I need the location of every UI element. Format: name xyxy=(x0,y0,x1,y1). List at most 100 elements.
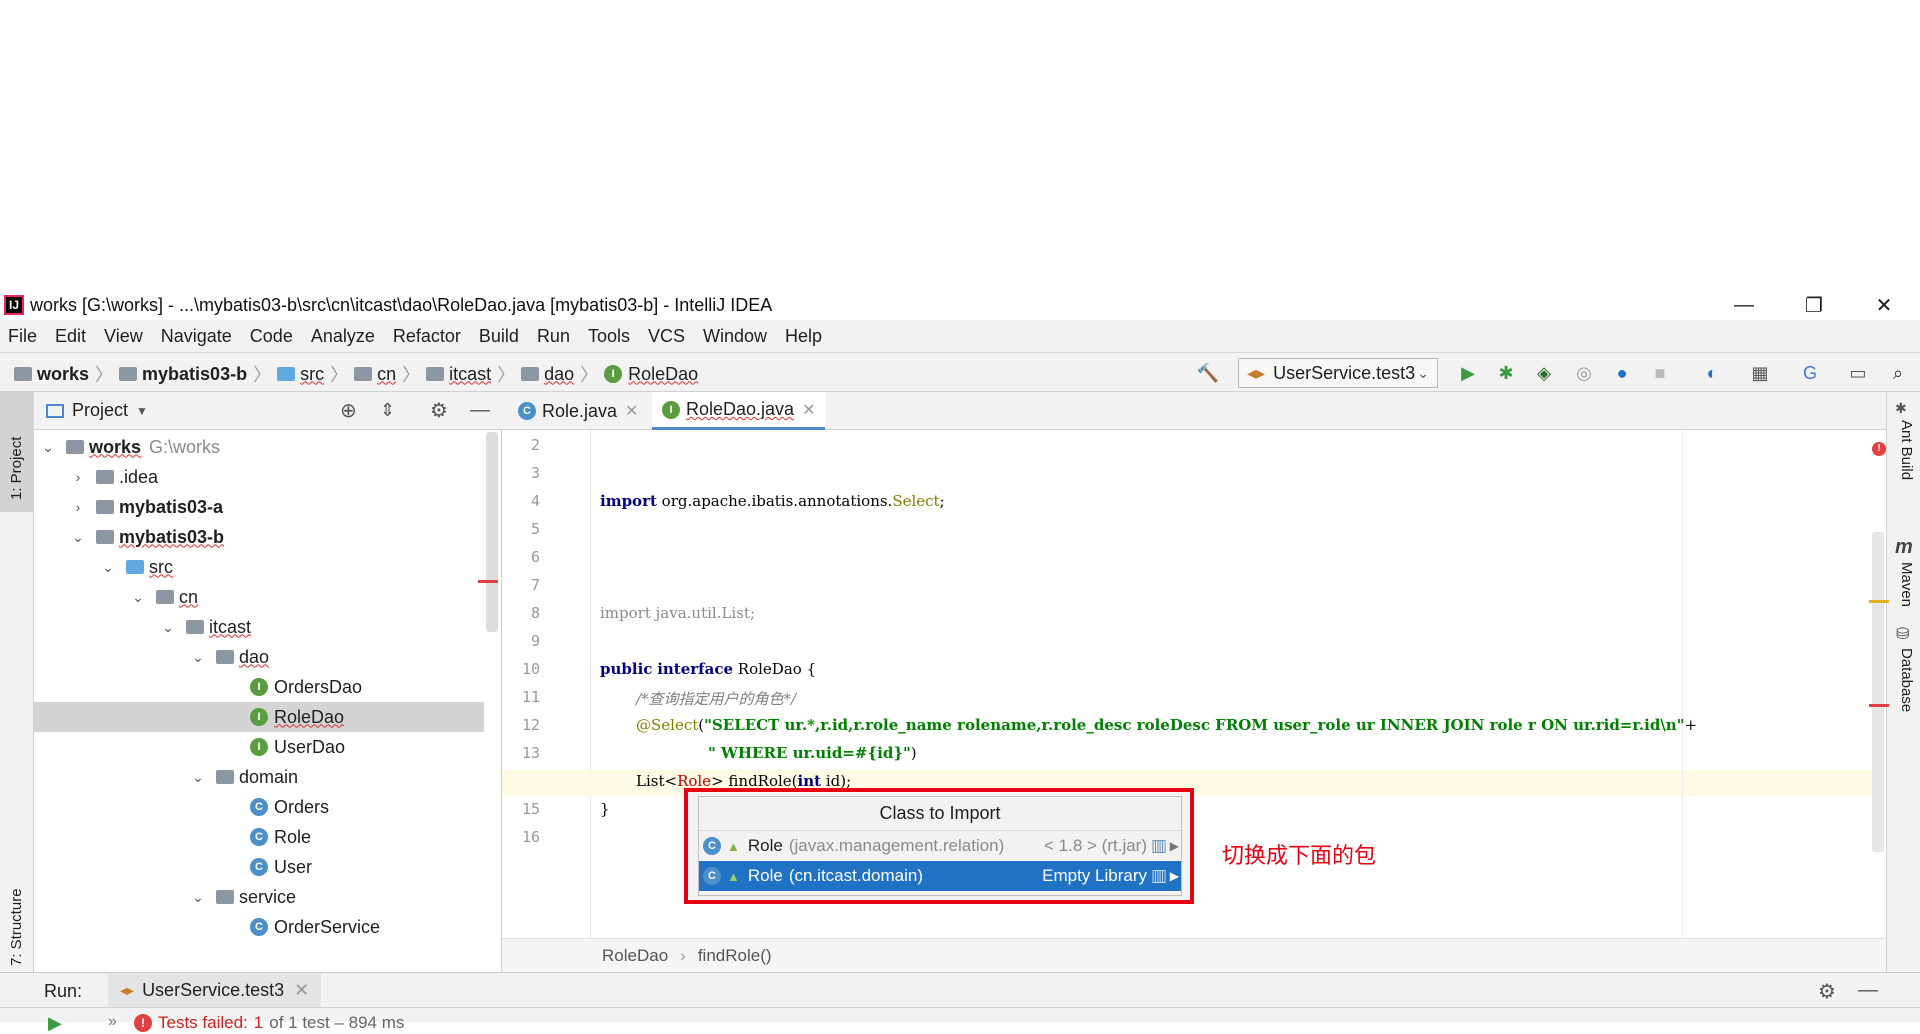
menu-edit[interactable]: Edit xyxy=(55,326,86,347)
close-button[interactable]: ✕ xyxy=(1854,290,1914,320)
chevron-down-icon[interactable]: ⌄ xyxy=(188,889,208,906)
package-icon xyxy=(426,367,445,381)
breadcrumb-works[interactable]: works xyxy=(37,364,89,385)
minimize-button[interactable]: — xyxy=(1714,290,1774,320)
gear-icon[interactable]: ⚙ xyxy=(1818,979,1836,1004)
coverage-icon[interactable]: ◈ xyxy=(1532,361,1556,385)
breadcrumb-itcast[interactable]: itcast xyxy=(449,364,491,385)
editor-crumb-method[interactable]: findRole() xyxy=(698,946,772,966)
tree-item-userdao[interactable]: I UserDao xyxy=(34,732,484,762)
run-icon[interactable]: ▶ xyxy=(1456,361,1480,385)
gear-icon[interactable]: ⚙ xyxy=(430,398,448,423)
import-option-package: (javax.management.relation) xyxy=(788,836,1005,855)
chevron-down-icon[interactable]: ⌄ xyxy=(158,619,178,636)
chevron-down-icon[interactable]: ⌄ xyxy=(188,649,208,666)
chevron-right-icon[interactable]: › xyxy=(68,469,88,485)
tree-item-mybatis03-b[interactable]: ⌄ mybatis03-b xyxy=(34,522,484,552)
attach-debugger-icon[interactable]: ● xyxy=(1610,361,1634,385)
tree-item-domain[interactable]: ⌄ domain xyxy=(34,762,484,792)
project-structure-icon[interactable]: ▦ xyxy=(1748,361,1772,385)
build-hammer-icon[interactable]: 🔨 xyxy=(1196,361,1220,385)
breadcrumb-src[interactable]: src xyxy=(300,364,324,385)
expand-icon[interactable]: » xyxy=(108,1013,117,1031)
update-project-icon[interactable]: ◐ xyxy=(1700,361,1724,385)
breadcrumb-dao[interactable]: dao xyxy=(544,364,574,385)
editor-breadcrumb: RoleDao › findRole() xyxy=(502,938,1886,972)
close-icon[interactable]: ✕ xyxy=(625,401,638,421)
tree-item-ordersdao[interactable]: I OrdersDao xyxy=(34,672,484,702)
chevron-down-icon[interactable]: ⌄ xyxy=(38,439,58,456)
tree-item-roledao[interactable]: I RoleDao xyxy=(34,702,484,732)
import-option-javax[interactable]: C ▲ Role (javax.management.relation) < 1… xyxy=(699,831,1181,861)
menu-window[interactable]: Window xyxy=(703,326,767,347)
project-scrollbar[interactable] xyxy=(486,432,498,632)
import-option-itcast[interactable]: C ▲ Role (cn.itcast.domain) Empty Librar… xyxy=(699,861,1181,891)
tree-item-idea[interactable]: › .idea xyxy=(34,462,484,492)
class-icon: C xyxy=(703,867,721,885)
tree-item-service[interactable]: ⌄ service xyxy=(34,882,484,912)
structure-tool-label[interactable]: 7: Structure xyxy=(8,888,25,966)
editor-crumb-class[interactable]: RoleDao xyxy=(602,946,668,966)
chevron-down-icon[interactable]: ⌄ xyxy=(128,589,148,606)
tab-role-java[interactable]: C Role.java ✕ xyxy=(508,392,648,430)
project-view-label[interactable]: Project xyxy=(72,400,128,421)
close-icon[interactable]: ✕ xyxy=(802,400,815,420)
error-indicator-icon[interactable]: ! xyxy=(1872,442,1886,456)
rerun-icon[interactable]: ▶ xyxy=(48,1013,62,1034)
hide-panel-icon[interactable]: — xyxy=(470,399,490,422)
tree-item-itcast[interactable]: ⌄ itcast xyxy=(34,612,484,642)
tree-item-orderservice[interactable]: C OrderService xyxy=(34,912,484,942)
menu-build[interactable]: Build xyxy=(479,326,519,347)
tree-item-dao[interactable]: ⌄ dao xyxy=(34,642,484,672)
chevron-right-icon[interactable]: ▶ xyxy=(1170,839,1179,853)
tree-item-orders[interactable]: C Orders xyxy=(34,792,484,822)
menu-run[interactable]: Run xyxy=(537,326,570,347)
profile-icon[interactable]: ◎ xyxy=(1572,361,1596,385)
breadcrumb-roledao[interactable]: RoleDao xyxy=(628,364,698,385)
chevron-right-icon[interactable]: › xyxy=(68,499,88,515)
run-tab[interactable]: ◂▸ UserService.test3 ✕ xyxy=(108,973,322,1007)
breadcrumb-module[interactable]: mybatis03-b xyxy=(142,364,247,385)
chevron-down-icon[interactable]: ⌄ xyxy=(188,769,208,786)
locate-icon[interactable]: ⊕ xyxy=(340,398,357,423)
menu-file[interactable]: File xyxy=(8,326,37,347)
collapse-all-icon[interactable]: ⇕ xyxy=(380,400,395,421)
hide-panel-icon[interactable]: — xyxy=(1858,979,1878,1002)
menu-view[interactable]: View xyxy=(104,326,143,347)
chevron-down-icon[interactable]: ⌄ xyxy=(68,529,88,546)
package-icon xyxy=(521,367,540,381)
menu-vcs[interactable]: VCS xyxy=(648,326,685,347)
tree-item-mybatis03-a[interactable]: › mybatis03-a xyxy=(34,492,484,522)
project-tool-label[interactable]: 1: Project xyxy=(8,437,25,500)
menu-analyze[interactable]: Analyze xyxy=(311,326,375,347)
stop-icon[interactable]: ■ xyxy=(1648,361,1672,385)
menu-tools[interactable]: Tools xyxy=(588,326,630,347)
editor-scrollbar[interactable] xyxy=(1872,532,1884,852)
project-panel-header: Project ▼ ⊕ ⇕ ⚙ — xyxy=(34,392,502,430)
menu-help[interactable]: Help xyxy=(785,326,822,347)
search-icon[interactable]: ⌕ xyxy=(1886,361,1910,385)
debug-icon[interactable]: ✱ xyxy=(1494,361,1518,385)
ant-build-label[interactable]: Ant Build xyxy=(1898,420,1915,480)
restore-button[interactable]: ❐ xyxy=(1784,290,1844,320)
tree-item-role[interactable]: C Role xyxy=(34,822,484,852)
menu-refactor[interactable]: Refactor xyxy=(393,326,461,347)
title-bar: IJ works [G:\works] - ...\mybatis03-b\sr… xyxy=(0,290,1920,320)
breadcrumb-cn[interactable]: cn xyxy=(377,364,396,385)
translate-icon[interactable]: G xyxy=(1798,361,1822,385)
maven-label[interactable]: Maven xyxy=(1898,562,1915,607)
chevron-down-icon[interactable]: ⌄ xyxy=(98,559,118,576)
close-icon[interactable]: ✕ xyxy=(294,980,309,1001)
database-label[interactable]: Database xyxy=(1898,648,1915,712)
chevron-down-icon[interactable]: ▼ xyxy=(136,404,148,418)
menu-code[interactable]: Code xyxy=(250,326,293,347)
tree-item-src[interactable]: ⌄ src xyxy=(34,552,484,582)
tree-item-user[interactable]: C User xyxy=(34,852,484,882)
tree-item-cn[interactable]: ⌄ cn xyxy=(34,582,484,612)
chevron-right-icon[interactable]: ▶ xyxy=(1170,869,1179,883)
run-config-dropdown[interactable]: ◂▸ UserService.test3 ⌄ xyxy=(1238,358,1438,388)
terminal-icon[interactable]: ▭ xyxy=(1846,361,1870,385)
tab-roledao-java[interactable]: I RoleDao.java ✕ xyxy=(652,392,826,430)
tree-item-works[interactable]: ⌄ works G:\works xyxy=(34,432,484,462)
menu-navigate[interactable]: Navigate xyxy=(161,326,232,347)
